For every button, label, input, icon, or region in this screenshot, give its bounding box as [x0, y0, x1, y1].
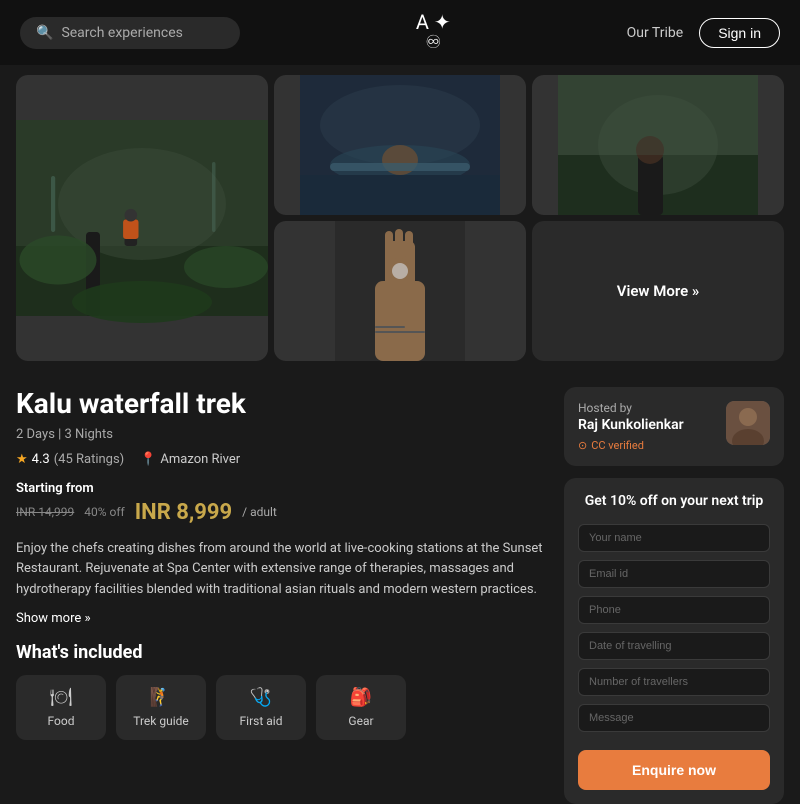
header: 🔍 Search experiences A ✦ ♾ Our Tribe Sig…	[0, 0, 800, 65]
cc-verified-label: CC verified	[591, 439, 644, 452]
trek-guide-icon: 🧗	[150, 687, 172, 708]
trip-rating: ★ 4.3 (45 Ratings)	[16, 452, 124, 467]
logo-sub: ♾	[425, 32, 441, 53]
gear-label: Gear	[348, 714, 373, 728]
gallery-top-middle-image	[274, 75, 526, 215]
right-sidebar: Hosted by Raj Kunkolienkar ⊙ CC verified	[564, 387, 784, 804]
form-field-name[interactable]	[578, 524, 770, 552]
trek-guide-label: Trek guide	[133, 714, 189, 728]
verified-circle-icon: ⊙	[578, 439, 587, 452]
first-aid-icon: 🩺	[250, 687, 272, 708]
message-input[interactable]	[578, 704, 770, 732]
included-item-food: 🍽 Food	[16, 675, 106, 740]
original-price: INR 14,999	[16, 505, 74, 519]
search-placeholder: Search experiences	[61, 25, 182, 41]
cc-verified-badge: ⊙ CC verified	[578, 439, 684, 452]
trip-duration: 2 Days | 3 Nights	[16, 427, 544, 442]
included-title: What's included	[16, 642, 544, 663]
trip-location: 📍 Amazon River	[140, 452, 240, 467]
header-right: Our Tribe Sign in	[627, 18, 780, 48]
host-avatar	[726, 401, 770, 445]
left-content: Kalu waterfall trek 2 Days | 3 Nights ★ …	[16, 387, 544, 804]
included-item-gear: 🎒 Gear	[316, 675, 406, 740]
first-aid-label: First aid	[240, 714, 283, 728]
current-price: INR 8,999	[135, 500, 232, 525]
show-more-label: Show more »	[16, 611, 91, 626]
form-field-date[interactable]	[578, 632, 770, 660]
enquiry-title: Get 10% off on your next trip	[578, 492, 770, 512]
trip-meta: ★ 4.3 (45 Ratings) 📍 Amazon River	[16, 452, 544, 467]
sign-in-button[interactable]: Sign in	[699, 18, 780, 48]
food-label: Food	[48, 714, 75, 728]
food-icon: 🍽	[50, 687, 73, 708]
trip-title: Kalu waterfall trek	[16, 387, 544, 421]
name-input[interactable]	[578, 524, 770, 552]
date-input[interactable]	[578, 632, 770, 660]
enquiry-card: Get 10% off on your next trip Enquire no…	[564, 478, 784, 804]
discount-badge: 40% off	[84, 505, 124, 519]
form-field-message[interactable]	[578, 704, 770, 732]
our-tribe-link[interactable]: Our Tribe	[627, 25, 684, 41]
host-info: Hosted by Raj Kunkolienkar ⊙ CC verified	[578, 401, 684, 452]
form-field-travellers[interactable]	[578, 668, 770, 696]
main-content: Kalu waterfall trek 2 Days | 3 Nights ★ …	[0, 371, 800, 804]
gear-icon: 🎒	[350, 687, 372, 708]
starting-from-label: Starting from	[16, 481, 544, 496]
form-field-email[interactable]	[578, 560, 770, 588]
host-card: Hosted by Raj Kunkolienkar ⊙ CC verified	[564, 387, 784, 466]
host-header: Hosted by Raj Kunkolienkar ⊙ CC verified	[578, 401, 770, 452]
host-name: Raj Kunkolienkar	[578, 417, 684, 433]
pricing-section: Starting from INR 14,999 40% off INR 8,9…	[16, 481, 544, 525]
gallery-far-top-image	[274, 221, 526, 361]
view-more-label: View More »	[617, 282, 700, 300]
logo-icon: A ✦	[416, 12, 451, 32]
location-icon: 📍	[140, 452, 156, 467]
logo: A ✦ ♾	[416, 12, 451, 53]
email-input[interactable]	[578, 560, 770, 588]
included-items: 🍽 Food 🧗 Trek guide 🩺 First aid 🎒 Gear	[16, 675, 544, 740]
view-more-button[interactable]: View More »	[532, 221, 784, 361]
gallery-mid-middle-image	[532, 75, 784, 215]
star-icon: ★	[16, 452, 28, 467]
included-item-trek-guide: 🧗 Trek guide	[116, 675, 206, 740]
search-bar[interactable]: 🔍 Search experiences	[20, 17, 240, 49]
included-item-first-aid: 🩺 First aid	[216, 675, 306, 740]
show-more-button[interactable]: Show more »	[16, 611, 544, 626]
hosted-by-label: Hosted by	[578, 401, 684, 415]
rating-value: 4.3	[32, 452, 50, 467]
gallery: View More »	[0, 65, 800, 371]
search-icon: 🔍	[36, 25, 53, 41]
price-row: INR 14,999 40% off INR 8,999 / adult	[16, 500, 544, 525]
phone-input[interactable]	[578, 596, 770, 624]
trip-description: Enjoy the chefs creating dishes from aro…	[16, 539, 544, 601]
location-name: Amazon River	[160, 452, 240, 467]
travellers-input[interactable]	[578, 668, 770, 696]
rating-count: (45 Ratings)	[54, 452, 125, 467]
per-adult-label: / adult	[242, 505, 277, 519]
enquire-now-button[interactable]: Enquire now	[578, 750, 770, 790]
gallery-main-image	[16, 75, 268, 361]
form-field-phone[interactable]	[578, 596, 770, 624]
